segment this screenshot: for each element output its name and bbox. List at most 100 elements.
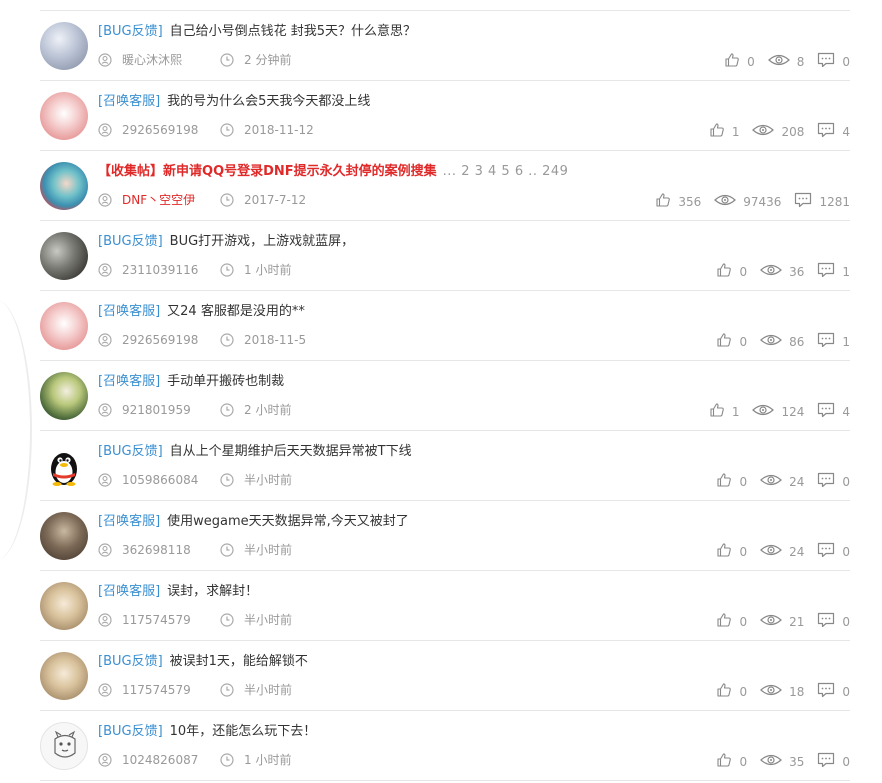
avatar[interactable] [40, 652, 88, 700]
thread-title[interactable]: 被误封1天，能给解锁不 [170, 654, 308, 669]
like-stat[interactable]: 0 [716, 332, 747, 352]
like-count: 0 [739, 335, 748, 349]
thread-time: 半小时前 [244, 473, 293, 487]
thread-title[interactable]: 手动单开搬砖也制裁 [167, 374, 284, 389]
thread-category[interactable]: [BUG反馈] [98, 724, 163, 739]
thread-row[interactable]: [BUG反馈] 被误封1天，能给解锁不 117574579 半小时前 0 18 [40, 641, 850, 711]
thread-row[interactable]: [召唤客服] 我的号为什么会5天我今天都没上线 2926569198 2018-1… [40, 81, 850, 151]
thread-row[interactable]: [召唤客服] 手动单开搬砖也制裁 921801959 2 小时前 1 124 4 [40, 361, 850, 431]
comment-stat[interactable]: 1 [817, 262, 850, 282]
thread-row[interactable]: [BUG反馈] 自己给小号倒点钱花 封我5天？什么意思？ 暖心沐沐熙 2 分钟前 … [40, 11, 850, 81]
thread-row[interactable]: [BUG反馈] 自从上个星期维护后天天数据异常被T下线 1059866084 半小… [40, 431, 850, 501]
thread-author[interactable]: 1024826087 [122, 752, 220, 768]
eye-icon [752, 403, 775, 421]
thread-author[interactable]: 1059866084 [122, 472, 220, 488]
thread-author[interactable]: 2926569198 [122, 122, 220, 138]
thread-title[interactable]: 又24 客服都是没用的** [167, 304, 305, 319]
thread-author[interactable]: 暖心沐沐熙 [122, 52, 220, 68]
comment-icon [817, 752, 835, 772]
thread-author[interactable]: 362698118 [122, 542, 220, 558]
thumbs-up-icon [724, 52, 740, 72]
thread-title[interactable]: 新申请QQ号登录DNF提示永久封停的案例搜集 [163, 164, 437, 179]
thread-category[interactable]: [BUG反馈] [98, 444, 163, 459]
comment-icon [817, 472, 835, 492]
avatar[interactable] [40, 162, 88, 210]
like-count: 0 [739, 265, 748, 279]
thread-category[interactable]: [召唤客服] [98, 584, 160, 599]
like-stat[interactable]: 1 [709, 122, 739, 142]
thread-stats: 0 36 1 [703, 262, 850, 282]
like-stat[interactable]: 0 [716, 682, 747, 702]
avatar[interactable] [40, 512, 88, 560]
comment-stat[interactable]: 1 [817, 332, 850, 352]
comment-count: 0 [842, 755, 850, 769]
thread-title-line: [BUG反馈] 自己给小号倒点钱花 封我5天？什么意思？ [98, 23, 416, 41]
thread-title[interactable]: 我的号为什么会5天我今天都没上线 [167, 94, 370, 109]
comment-stat[interactable]: 0 [817, 612, 850, 632]
like-stat[interactable]: 0 [716, 612, 747, 632]
comment-stat[interactable]: 0 [817, 682, 850, 702]
thread-meta: 117574579 半小时前 [98, 682, 292, 701]
thread-title-line: [BUG反馈] 被误封1天，能给解锁不 [98, 653, 308, 671]
like-stat[interactable]: 1 [709, 402, 739, 422]
like-stat[interactable]: 0 [716, 262, 747, 282]
thread-meta: 1024826087 1 小时前 [98, 752, 291, 771]
like-stat[interactable]: 0 [716, 752, 747, 772]
like-count: 0 [739, 685, 748, 699]
user-circle-icon [98, 473, 112, 491]
like-stat[interactable]: 0 [716, 542, 747, 562]
thread-title[interactable]: 10年，还能怎么玩下去！ [170, 724, 317, 739]
thread-category[interactable]: [召唤客服] [98, 374, 160, 389]
thread-title[interactable]: BUG打开游戏，上游戏就蓝屏， [170, 234, 355, 249]
avatar[interactable] [40, 302, 88, 350]
thread-title[interactable]: 自从上个星期维护后天天数据异常被T下线 [170, 444, 412, 459]
thread-title-line: [BUG反馈] 10年，还能怎么玩下去！ [98, 723, 316, 741]
thread-author[interactable]: 117574579 [122, 682, 220, 698]
like-stat[interactable]: 356 [655, 192, 701, 212]
thread-author[interactable]: 921801959 [122, 402, 220, 418]
thread-category[interactable]: [召唤客服] [98, 94, 160, 109]
comment-stat[interactable]: 0 [817, 52, 850, 72]
avatar[interactable] [40, 372, 88, 420]
avatar[interactable] [40, 22, 88, 70]
avatar[interactable] [40, 232, 88, 280]
thread-category[interactable]: 【收集帖】 [98, 164, 163, 179]
thread-category[interactable]: [BUG反馈] [98, 24, 163, 39]
thread-title[interactable]: 误封，求解封！ [167, 584, 258, 599]
thread-title[interactable]: 自己给小号倒点钱花 封我5天？什么意思？ [170, 24, 416, 39]
thread-meta: 2926569198 2018-11-12 [98, 122, 314, 141]
view-stat: 35 [760, 753, 804, 771]
thread-title[interactable]: 使用wegame天天数据异常,今天又被封了 [167, 514, 409, 529]
thread-category[interactable]: [BUG反馈] [98, 234, 163, 249]
avatar[interactable] [40, 722, 88, 770]
comment-stat[interactable]: 4 [817, 402, 850, 422]
user-circle-icon [98, 263, 112, 281]
thread-author[interactable]: 117574579 [122, 612, 220, 628]
thread-author[interactable]: 2311039116 [122, 262, 220, 278]
thread-row[interactable]: 【收集帖】新申请QQ号登录DNF提示永久封停的案例搜集 ... 2 3 4 5 6… [40, 151, 850, 221]
thread-row[interactable]: [BUG反馈] 10年，还能怎么玩下去！ 1024826087 1 小时前 0 3… [40, 711, 850, 781]
view-stat: 24 [760, 473, 804, 491]
thread-author[interactable]: DNF丶空空伊 [122, 192, 220, 208]
comment-stat[interactable]: 0 [817, 542, 850, 562]
user-circle-icon [98, 613, 112, 631]
thread-row[interactable]: [召唤客服] 误封，求解封！ 117574579 半小时前 0 21 0 [40, 571, 850, 641]
comment-stat[interactable]: 4 [817, 122, 850, 142]
comment-stat[interactable]: 1281 [794, 192, 850, 212]
avatar[interactable] [40, 442, 88, 490]
thread-category[interactable]: [召唤客服] [98, 514, 160, 529]
avatar[interactable] [40, 92, 88, 140]
thread-row[interactable]: [召唤客服] 使用wegame天天数据异常,今天又被封了 362698118 半小… [40, 501, 850, 571]
eye-icon [760, 683, 782, 701]
like-stat[interactable]: 0 [716, 472, 747, 492]
thread-row[interactable]: [召唤客服] 又24 客服都是没用的** 2926569198 2018-11-5… [40, 291, 850, 361]
comment-stat[interactable]: 0 [817, 472, 850, 492]
thread-category[interactable]: [BUG反馈] [98, 654, 163, 669]
thread-pagination[interactable]: ... 2 3 4 5 6 .. 249 [443, 164, 569, 179]
thread-category[interactable]: [召唤客服] [98, 304, 160, 319]
thread-row[interactable]: [BUG反馈] BUG打开游戏，上游戏就蓝屏， 2311039116 1 小时前 … [40, 221, 850, 291]
like-stat[interactable]: 0 [724, 52, 755, 72]
comment-stat[interactable]: 0 [817, 752, 850, 772]
thread-author[interactable]: 2926569198 [122, 332, 220, 348]
avatar[interactable] [40, 582, 88, 630]
